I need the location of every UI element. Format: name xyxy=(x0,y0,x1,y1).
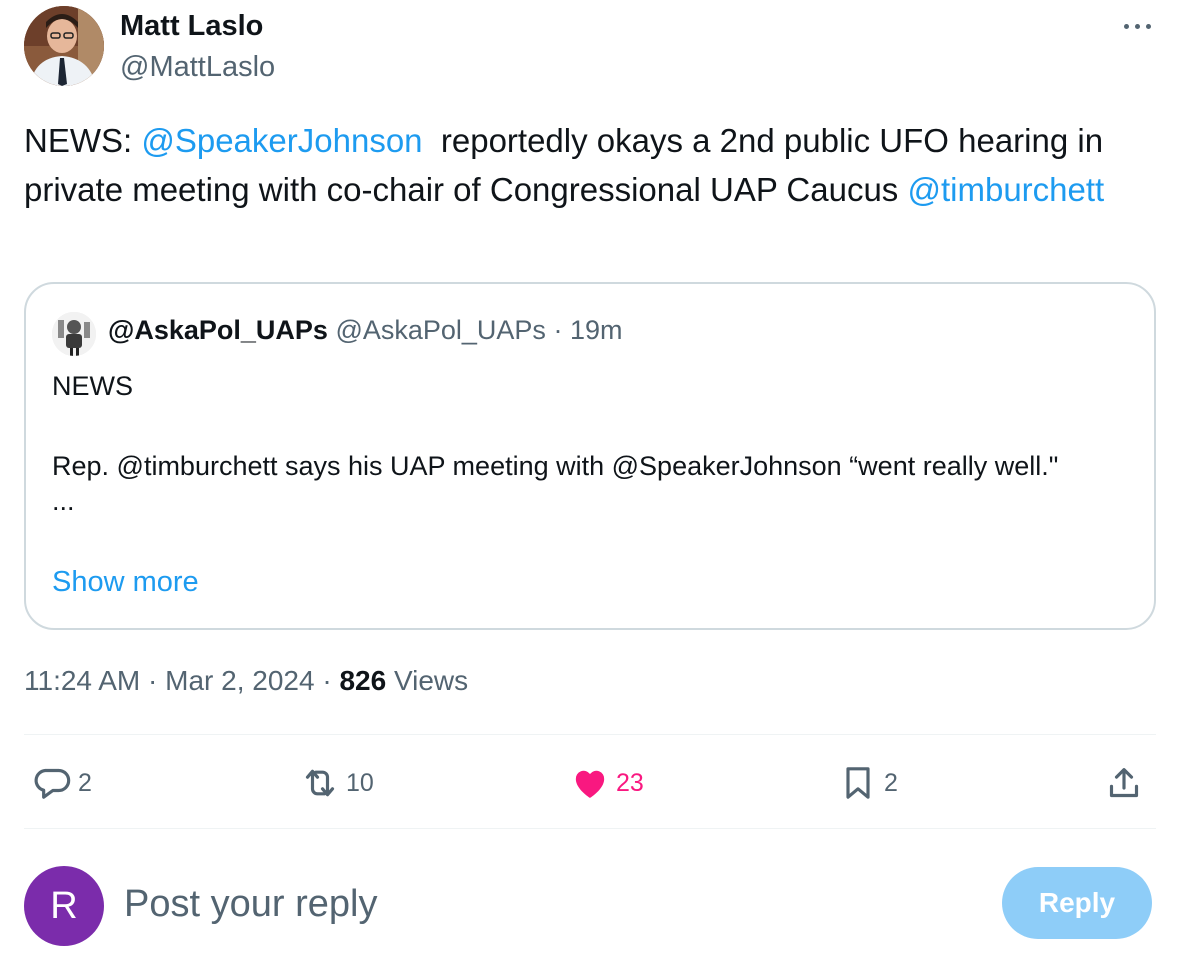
reply-count: 2 xyxy=(78,768,92,797)
reply-avatar[interactable]: R xyxy=(24,866,104,946)
reply-button[interactable]: 2 xyxy=(32,760,92,806)
quoted-tweet[interactable]: @AskaPol_UAPs @AskaPol_UAPs · 19m NEWS R… xyxy=(24,282,1156,630)
meta-separator: · xyxy=(148,665,158,696)
author-handle[interactable]: @MattLaslo xyxy=(120,51,275,84)
reply-icon xyxy=(34,768,71,799)
quote-separator: · xyxy=(553,315,563,345)
repost-button[interactable]: 10 xyxy=(300,760,374,806)
mention-speakerjohnson[interactable]: @SpeakerJohnson xyxy=(141,122,422,159)
quote-time[interactable]: 19m xyxy=(570,315,623,345)
author-avatar[interactable] xyxy=(24,6,104,86)
quote-author-name[interactable]: @AskaPol_UAPs xyxy=(108,315,328,345)
quote-avatar[interactable] xyxy=(52,312,96,356)
author-name[interactable]: Matt Laslo xyxy=(120,10,263,43)
bookmark-count: 2 xyxy=(884,768,898,797)
tweet-date[interactable]: Mar 2, 2024 xyxy=(165,665,314,696)
reply-input[interactable] xyxy=(124,876,944,932)
tweet-text-prefix: NEWS: xyxy=(24,122,142,159)
views-count: 826 xyxy=(339,665,387,696)
bookmark-button[interactable]: 2 xyxy=(838,760,898,806)
like-button[interactable]: 23 xyxy=(570,760,644,806)
more-icon[interactable] xyxy=(1118,8,1158,44)
quote-text: NEWS Rep. @timburchett says his UAP meet… xyxy=(52,366,1132,516)
meta-separator: · xyxy=(322,665,332,696)
like-count: 23 xyxy=(616,768,644,797)
tweet-meta: 11:24 AM · Mar 2, 2024 · 826 Views xyxy=(24,665,468,697)
mention-timburchett[interactable]: @timburchett xyxy=(907,171,1104,208)
quote-ellipsis: ... xyxy=(52,486,75,516)
show-more-link[interactable]: Show more xyxy=(52,566,199,599)
share-button[interactable] xyxy=(1104,760,1144,806)
bookmark-icon xyxy=(846,767,870,799)
tweet-time[interactable]: 11:24 AM xyxy=(24,665,140,696)
heart-icon xyxy=(575,770,605,798)
quote-author-handle[interactable]: @AskaPol_UAPs xyxy=(335,315,546,345)
reply-submit-button[interactable]: Reply xyxy=(1002,867,1152,939)
share-icon xyxy=(1109,768,1139,798)
quote-line-1: NEWS xyxy=(52,371,133,401)
repost-icon xyxy=(305,769,335,797)
divider xyxy=(24,828,1156,829)
quote-line-2: Rep. @timburchett says his UAP meeting w… xyxy=(52,451,1059,481)
views-label: Views xyxy=(393,665,469,696)
divider xyxy=(24,734,1156,735)
repost-count: 10 xyxy=(346,768,374,797)
tweet-text: NEWS: @SpeakerJohnson reportedly okays a… xyxy=(24,116,1160,214)
quote-header: @AskaPol_UAPs @AskaPol_UAPs · 19m xyxy=(108,312,623,348)
